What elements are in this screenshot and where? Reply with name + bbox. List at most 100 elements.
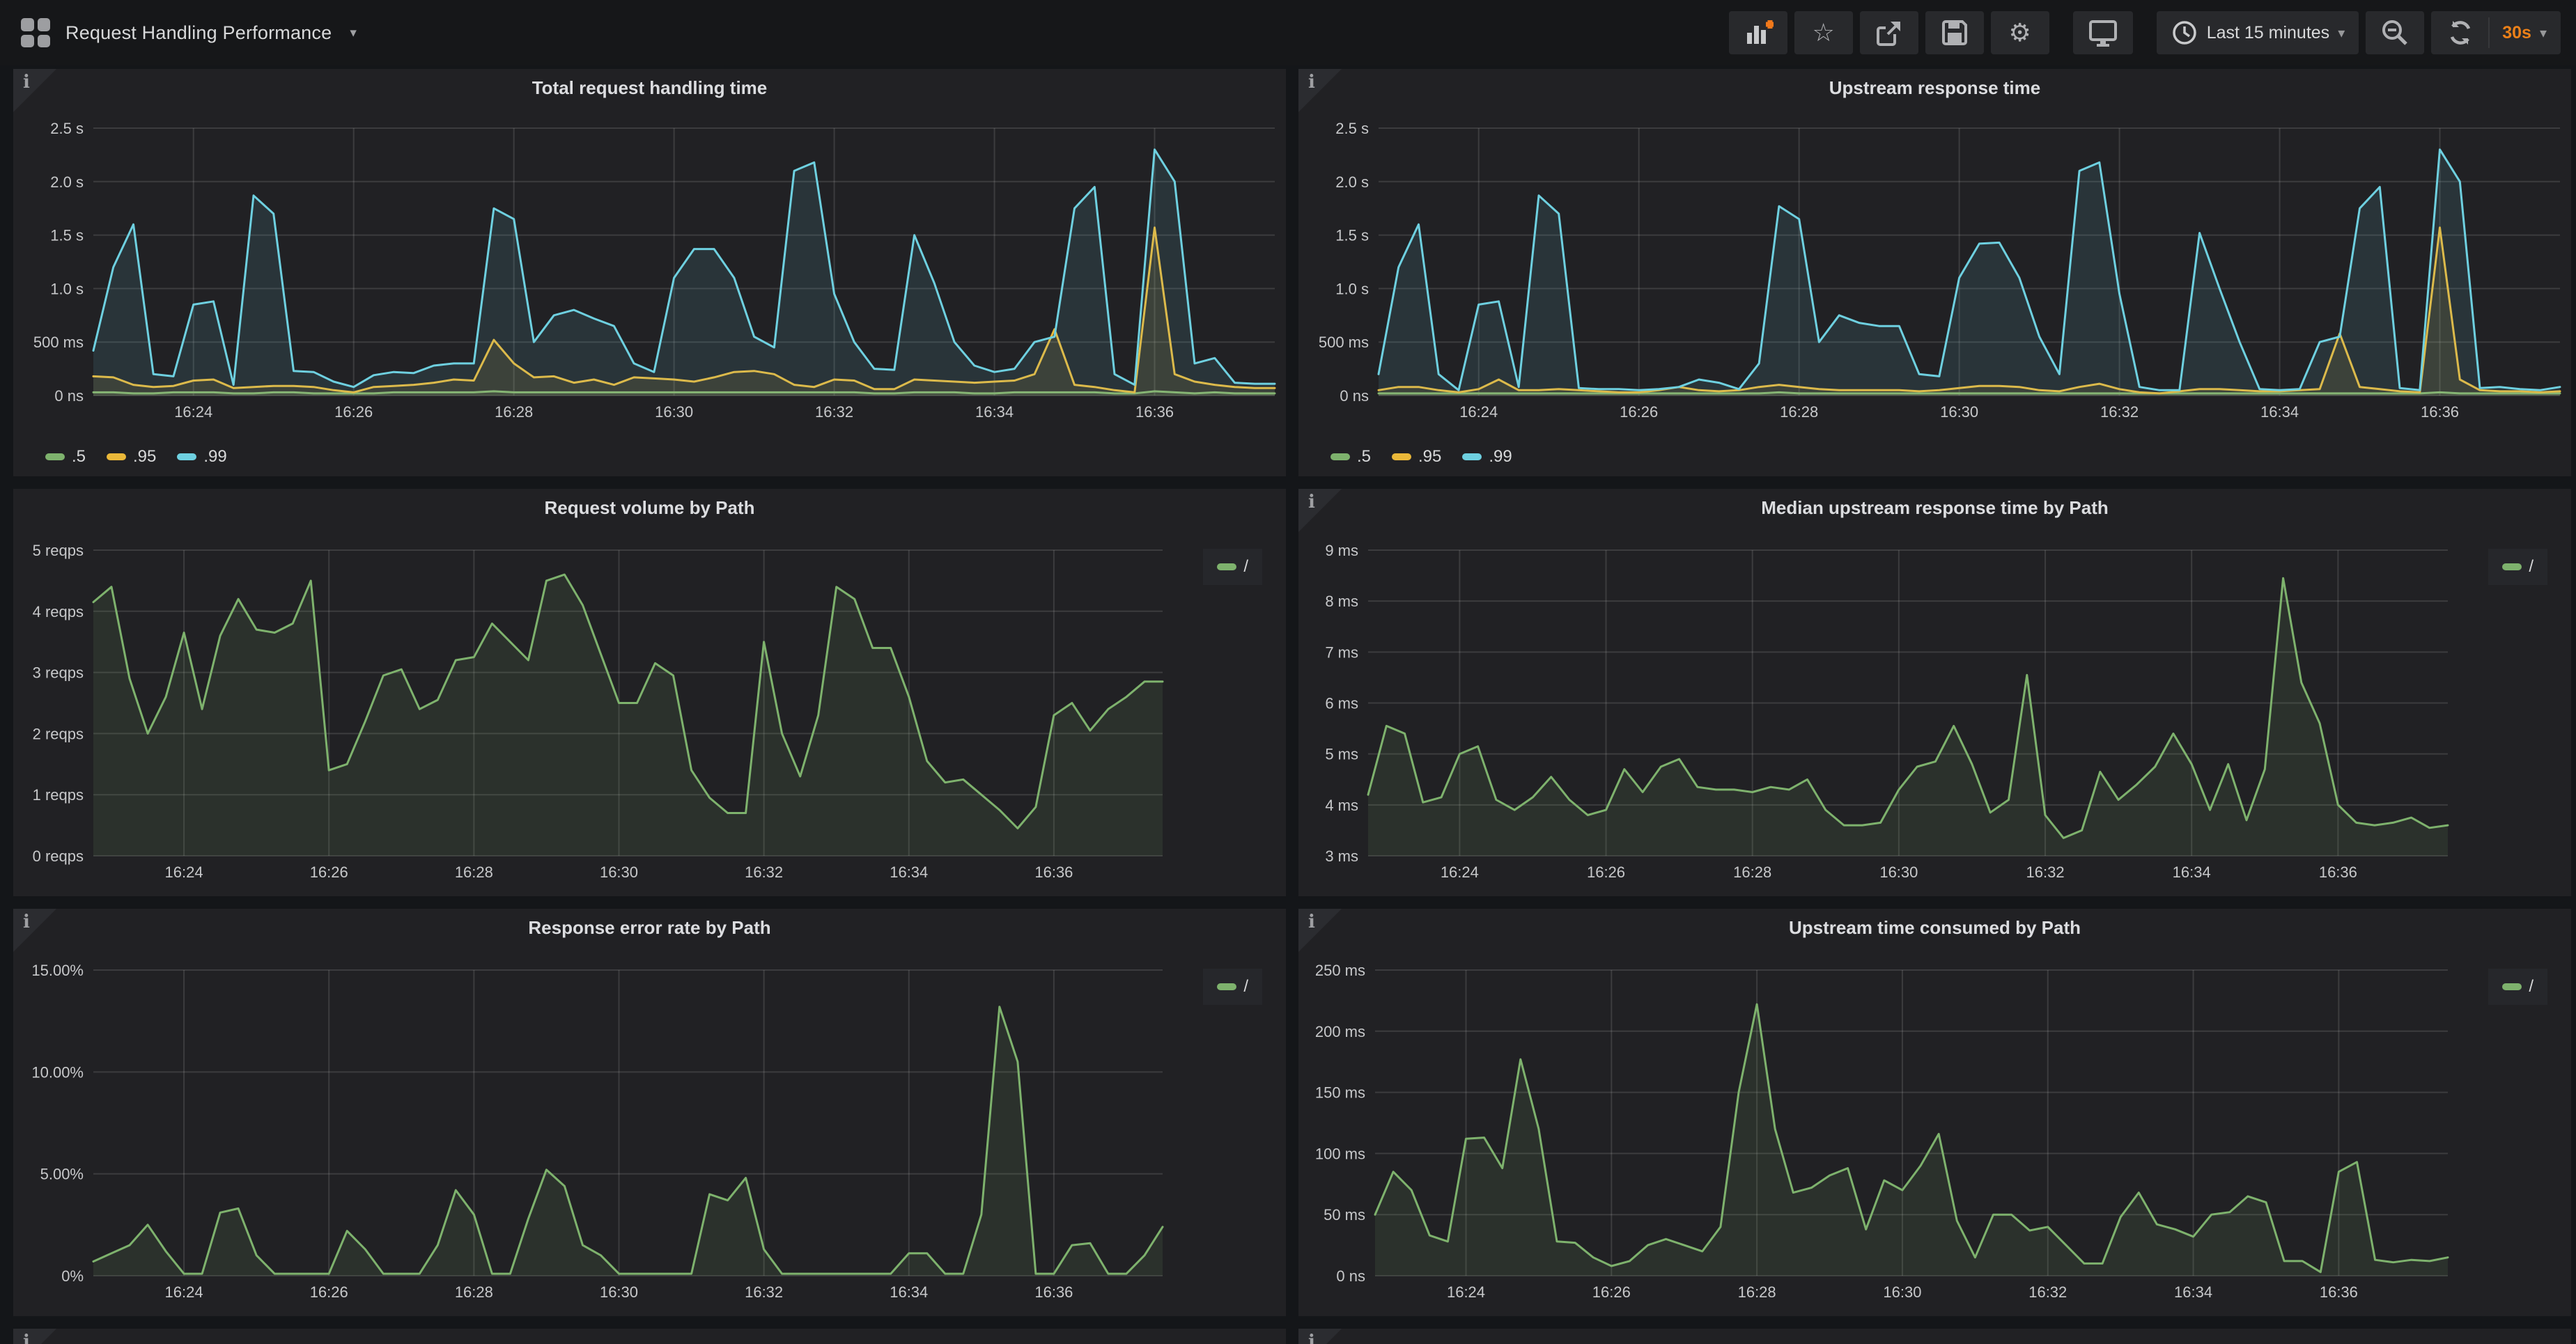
time-range-caret-down-icon: ▾ [2338, 24, 2345, 42]
dashboard-title[interactable]: Request Handling Performance [65, 22, 332, 44]
panel-total-request-handling-time: i Total request handling time 0 ns500 ms… [13, 69, 1286, 476]
legend-label: / [1243, 557, 1248, 577]
svg-text:500 ms: 500 ms [1319, 334, 1369, 351]
svg-text:4 ms: 4 ms [1325, 797, 1358, 814]
legend-swatch [2502, 563, 2522, 570]
svg-text:16:36: 16:36 [2319, 864, 2357, 881]
svg-text:16:36: 16:36 [2421, 403, 2459, 421]
share-icon [1874, 17, 1904, 48]
svg-text:4 reqps: 4 reqps [33, 603, 84, 620]
chart-upstream-response-time[interactable]: 0 ns500 ms1.0 s1.5 s2.0 s2.5 s16:2416:26… [1298, 69, 2571, 476]
legend-label: .5 [1357, 447, 1371, 467]
legend-item-.95[interactable]: .95 [1392, 447, 1441, 467]
chart-request-volume-by-path[interactable]: 0 reqps1 reqps2 reqps3 reqps4 reqps5 req… [13, 489, 1286, 896]
svg-text:100 ms: 100 ms [1315, 1145, 1365, 1162]
svg-text:500 ms: 500 ms [33, 334, 84, 351]
legend-item-.5[interactable]: .5 [45, 447, 86, 467]
svg-text:1.0 s: 1.0 s [50, 280, 84, 297]
panel-info-icon[interactable]: i [1298, 1329, 1342, 1344]
panel-partial-left: i [13, 1329, 1286, 1344]
chart-total-request-handling-time[interactable]: 0 ns500 ms1.0 s1.5 s2.0 s2.5 s16:2416:26… [13, 69, 1286, 476]
svg-text:16:24: 16:24 [1441, 864, 1479, 881]
svg-text:6 ms: 6 ms [1325, 695, 1358, 712]
panel-info-icon[interactable]: i [13, 1329, 56, 1344]
svg-text:1.5 s: 1.5 s [1335, 227, 1369, 244]
legend-item-.5[interactable]: .5 [1330, 447, 1371, 467]
svg-text:15.00%: 15.00% [31, 962, 84, 979]
svg-text:16:30: 16:30 [655, 403, 693, 421]
svg-text:16:36: 16:36 [1135, 403, 1174, 421]
svg-text:250 ms: 250 ms [1315, 962, 1365, 979]
svg-text:16:24: 16:24 [174, 403, 212, 421]
legend-item-/[interactable]: / [2502, 557, 2534, 577]
star-button[interactable]: ☆ [1794, 11, 1853, 54]
svg-text:16:36: 16:36 [2320, 1283, 2358, 1301]
legend-swatch [107, 453, 126, 460]
legend-item-/[interactable]: / [1217, 557, 1248, 577]
svg-text:16:24: 16:24 [1459, 403, 1498, 421]
svg-text:16:26: 16:26 [1592, 1283, 1631, 1301]
svg-text:16:34: 16:34 [2173, 864, 2211, 881]
svg-text:16:36: 16:36 [1034, 864, 1073, 881]
legend-swatch [1462, 453, 1482, 460]
legend-item-/[interactable]: / [1217, 977, 1248, 997]
refresh-icon [2445, 17, 2476, 48]
legend-item-.99[interactable]: .99 [1462, 447, 1512, 467]
next-row-partial: i i [13, 1329, 2571, 1344]
svg-text:16:30: 16:30 [1883, 1283, 1921, 1301]
svg-text:3 ms: 3 ms [1325, 847, 1358, 865]
chart-upstream-time-consumed-by-path[interactable]: 0 ns50 ms100 ms150 ms200 ms250 ms16:2416… [1298, 909, 2571, 1316]
share-button[interactable] [1860, 11, 1918, 54]
svg-text:2.5 s: 2.5 s [1335, 120, 1369, 137]
svg-text:200 ms: 200 ms [1315, 1023, 1365, 1040]
dashboard-grid-icon[interactable] [21, 18, 50, 47]
svg-text:5.00%: 5.00% [40, 1166, 84, 1183]
add-panel-icon [1743, 17, 1774, 48]
panel-upstream-time-consumed-by-path: i Upstream time consumed by Path 0 ns50 … [1298, 909, 2571, 1316]
svg-text:16:34: 16:34 [2174, 1283, 2212, 1301]
legend-swatch [1217, 983, 1236, 990]
legend-label: .95 [1418, 447, 1441, 467]
cycle-view-mode-button[interactable] [2073, 11, 2133, 54]
star-icon: ☆ [1813, 20, 1835, 45]
monitor-icon [2087, 17, 2119, 48]
svg-text:16:26: 16:26 [334, 403, 373, 421]
divider [2488, 17, 2490, 48]
add-panel-button[interactable] [1729, 11, 1787, 54]
time-range-picker[interactable]: Last 15 minutes ▾ [2157, 11, 2359, 54]
title-caret-down-icon[interactable]: ▾ [350, 25, 357, 41]
svg-text:0 ns: 0 ns [1336, 1267, 1365, 1285]
legend-label: / [1243, 977, 1248, 997]
settings-button[interactable]: ⚙ [1991, 11, 2049, 54]
svg-text:1.5 s: 1.5 s [50, 227, 84, 244]
svg-text:16:28: 16:28 [495, 403, 533, 421]
svg-text:0%: 0% [61, 1267, 84, 1285]
svg-text:16:26: 16:26 [310, 1283, 348, 1301]
svg-text:2 reqps: 2 reqps [33, 725, 84, 742]
zoom-out-icon [2380, 17, 2410, 48]
dashboard-panel-grid: i Total request handling time 0 ns500 ms… [13, 69, 2571, 1316]
svg-text:5 ms: 5 ms [1325, 746, 1358, 763]
chart-median-upstream-response-time-by-path[interactable]: 3 ms4 ms5 ms6 ms7 ms8 ms9 ms16:2416:2616… [1298, 489, 2571, 896]
legend: / [1203, 969, 1262, 1005]
legend-item-/[interactable]: / [2502, 977, 2534, 997]
legend-swatch [2502, 983, 2522, 990]
legend-item-.95[interactable]: .95 [107, 447, 156, 467]
svg-text:16:30: 16:30 [1879, 864, 1918, 881]
save-button[interactable] [1925, 11, 1984, 54]
refresh-interval-label: 30s [2502, 23, 2531, 43]
legend-label: / [2529, 557, 2534, 577]
svg-text:16:26: 16:26 [1620, 403, 1658, 421]
legend: / [1203, 549, 1262, 585]
save-icon [1939, 17, 1970, 48]
svg-text:16:34: 16:34 [975, 403, 1014, 421]
zoom-out-button[interactable] [2366, 11, 2424, 54]
refresh-caret-down-icon: ▾ [2540, 24, 2547, 42]
chart-response-error-rate-by-path[interactable]: 0%5.00%10.00%15.00%16:2416:2616:2816:301… [13, 909, 1286, 1316]
legend-label: .5 [72, 447, 86, 467]
refresh-button[interactable]: 30s ▾ [2431, 11, 2561, 54]
legend-item-.99[interactable]: .99 [177, 447, 226, 467]
svg-text:16:28: 16:28 [1738, 1283, 1776, 1301]
svg-text:2.0 s: 2.0 s [50, 173, 84, 191]
svg-text:16:24: 16:24 [1447, 1283, 1485, 1301]
